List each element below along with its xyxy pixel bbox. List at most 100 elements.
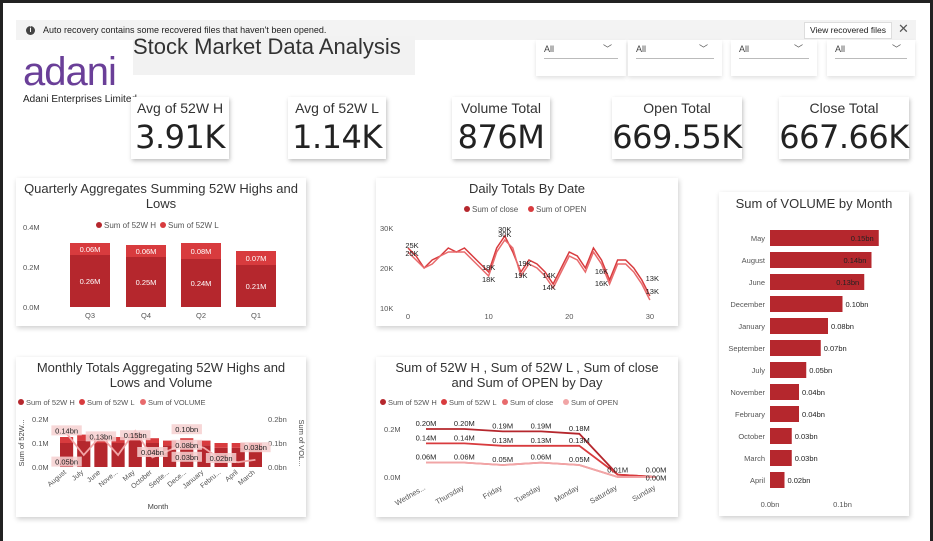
view-recovered-files-button[interactable]: View recovered files	[804, 22, 892, 39]
x-axis-title: Month	[148, 502, 169, 511]
legend-label: Sum of close	[510, 398, 553, 407]
volume-bar	[770, 428, 792, 444]
adani-logo: adani	[23, 50, 117, 94]
kpi-card-volume-total[interactable]: Volume Total 876M	[452, 97, 550, 159]
y-tick-label: 30K	[380, 224, 393, 233]
slicer-4[interactable]: All ﹀	[827, 40, 915, 76]
legend-marker	[79, 399, 85, 405]
legend-marker	[96, 222, 102, 228]
legend-marker	[464, 206, 470, 212]
data-label: 0.05M	[569, 455, 590, 464]
volume-bar	[770, 340, 821, 356]
x-tick-label: 0.0bn	[761, 500, 780, 509]
data-label: 0.13M	[492, 436, 513, 445]
data-label: 0.26M	[80, 277, 101, 286]
chevron-down-icon[interactable]: ﹀	[892, 40, 901, 58]
category-label: February	[735, 410, 765, 419]
data-label: 0.19M	[492, 421, 513, 430]
slicer-1[interactable]: All ﹀	[536, 40, 626, 76]
kpi-card-open-total[interactable]: Open Total 669.55K	[612, 97, 742, 159]
data-label: 0.01M	[607, 466, 628, 475]
bar-52w-low	[214, 443, 228, 448]
kpi-card-avg-52w-high[interactable]: Avg of 52W H 3.91K	[131, 97, 229, 159]
card-label: Volume Total	[461, 100, 541, 116]
volume-by-month-chart[interactable]: Sum of VOLUME by Month May 0.15bn August 0.…	[719, 192, 909, 516]
data-label: 0.06M	[416, 453, 437, 462]
legend-marker	[380, 399, 386, 405]
x-tick-label: Q4	[141, 311, 151, 320]
data-label: 0.03bn	[795, 432, 818, 441]
data-label: 16K	[595, 279, 608, 288]
close-icon[interactable]: ✕	[898, 21, 909, 37]
legend-label: Sum of 52W H	[26, 398, 75, 407]
category-label: November	[730, 388, 765, 397]
volume-bar	[770, 362, 807, 378]
card-value: 3.91K	[135, 118, 225, 156]
y2-axis-title: Sum of VOL...	[297, 419, 306, 466]
slicer-2[interactable]: All ﹀	[628, 40, 722, 76]
y2-tick-label: 0.2bn	[268, 415, 287, 424]
data-label: 0.05bn	[55, 458, 78, 467]
legend-label: Sum of close	[472, 205, 519, 214]
slicer-value: All	[544, 44, 555, 54]
volume-bar	[770, 472, 785, 488]
chevron-down-icon[interactable]: ﹀	[699, 40, 708, 58]
chevron-down-icon[interactable]: ﹀	[603, 40, 612, 58]
quarterly-aggregates-chart[interactable]: Quarterly Aggregates Summing 52W Highs a…	[16, 178, 306, 326]
data-label: 0.13M	[531, 436, 552, 445]
data-label: 25K	[405, 249, 418, 258]
monthly-totals-chart[interactable]: Monthly Totals Aggregating 52W Highs and…	[16, 357, 306, 517]
data-label: 13K	[646, 287, 659, 296]
legend-label: Sum of 52W H	[104, 221, 156, 230]
data-label: 0.06M	[80, 245, 101, 254]
legend-label: Sum of OPEN	[536, 205, 586, 214]
x-tick-label: Q1	[251, 311, 261, 320]
x-tick-label: 0.1bn	[833, 500, 852, 509]
legend-label: Sum of OPEN	[571, 398, 618, 407]
y-tick-label: 0.0M	[23, 303, 40, 312]
data-label: 18K	[482, 275, 495, 284]
y-tick-label: 0.2M	[384, 425, 401, 434]
y-tick-label: 0.2M	[23, 263, 40, 272]
card-label: Close Total	[809, 100, 879, 116]
legend-marker	[502, 399, 508, 405]
x-tick-label: Monday	[553, 483, 581, 504]
x-tick-label: Saturday	[588, 483, 619, 506]
data-label: 0.04bn	[802, 410, 825, 419]
volume-bar	[770, 450, 792, 466]
data-label: 13K	[646, 274, 659, 283]
volume-bar	[770, 384, 799, 400]
legend-label: Sum of VOLUME	[148, 398, 206, 407]
monthly-chart-canvas: Sum of 52W H Sum of 52W L Sum of VOLUME 0.2…	[17, 398, 306, 511]
page-title: Stock Market Data Analysis	[133, 34, 401, 59]
data-label: 0.24M	[191, 279, 212, 288]
category-label: May	[751, 234, 765, 243]
y-tick-label: 0.0M	[32, 463, 49, 472]
x-tick-label: Friday	[481, 483, 504, 501]
daily-totals-chart[interactable]: Daily Totals By Date Sum of close Sum of …	[376, 178, 678, 326]
chevron-down-icon[interactable]: ﹀	[794, 40, 803, 58]
card-label: Open Total	[643, 100, 711, 116]
x-tick-label: Thursday	[434, 483, 466, 507]
data-label: 0.06M	[531, 453, 552, 462]
legend-label: Sum of 52W L	[168, 221, 219, 230]
kpi-card-close-total[interactable]: Close Total 667.66K	[779, 97, 909, 159]
x-tick-label: Q2	[196, 311, 206, 320]
quarterly-chart-canvas: Sum of 52W H Sum of 52W L 0.4M 0.2M 0.0M 0.26…	[23, 221, 276, 320]
x-tick-label: 10	[484, 312, 492, 321]
slicer-value: All	[739, 44, 750, 54]
x-tick-label: 20	[565, 312, 573, 321]
bar-52w-high	[94, 443, 108, 467]
day-chart-canvas: Sum of 52W H Sum of 52W L Sum of close Sum …	[380, 398, 666, 508]
data-label: 0.02bn	[788, 476, 811, 485]
x-tick-label: July	[71, 469, 85, 483]
card-value: 667.66K	[779, 118, 909, 156]
legend-label: Sum of 52W H	[388, 398, 437, 407]
by-day-chart[interactable]: Sum of 52W H , Sum of 52W L , Sum of clo…	[376, 357, 678, 517]
x-tick-label: Q3	[85, 311, 95, 320]
data-label: 0.15bn	[124, 431, 147, 440]
slicer-3[interactable]: All ﹀	[731, 40, 817, 76]
kpi-card-avg-52w-low[interactable]: Avg of 52W L 1.14K	[288, 97, 386, 159]
data-label: 0.13bn	[89, 432, 112, 441]
data-label: 0.06M	[136, 247, 157, 256]
